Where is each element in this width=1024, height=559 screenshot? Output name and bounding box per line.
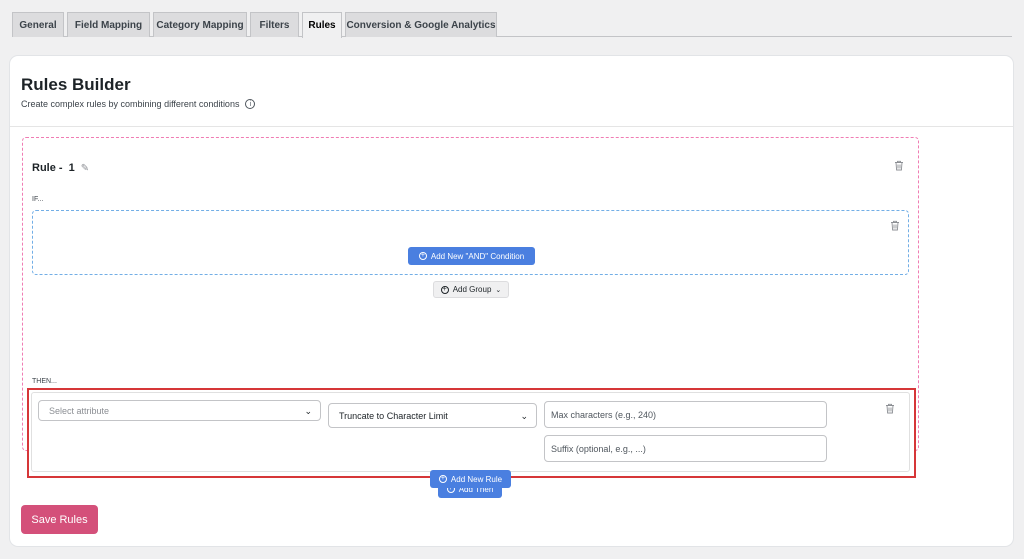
then-action-row: Select attribute ⌄ Truncate to Character… — [31, 392, 910, 472]
then-action-highlight: Select attribute ⌄ Truncate to Character… — [27, 388, 916, 478]
delete-then-trash-icon[interactable] — [885, 403, 895, 414]
chevron-down-icon: ⌄ — [495, 286, 502, 294]
rule-label: Rule - — [32, 162, 63, 174]
add-new-rule-button[interactable]: + Add New Rule — [430, 470, 511, 488]
rule-number: 1 — [68, 162, 75, 174]
pencil-icon[interactable]: ✎ — [81, 163, 89, 174]
action-select-value: Truncate to Character Limit — [339, 410, 448, 421]
plus-circle-icon: + — [418, 252, 427, 260]
if-condition-group: + Add New "AND" Condition — [32, 210, 909, 275]
add-and-condition-button[interactable]: + Add New "AND" Condition — [408, 247, 535, 265]
rule-title: Rule - 1 ✎ — [32, 162, 89, 174]
tab-filters[interactable]: Filters — [250, 12, 299, 37]
delete-group-trash-icon[interactable] — [890, 220, 900, 231]
page-title: Rules Builder — [21, 75, 131, 94]
page-subtitle: Create complex rules by combining differ… — [21, 99, 256, 109]
settings-tabs: General Field Mapping Category Mapping F… — [12, 12, 1012, 38]
tab-conversion-analytics[interactable]: Conversion & Google Analytics — [345, 12, 497, 37]
chevron-down-icon: ⌄ — [304, 406, 312, 416]
suffix-input[interactable]: Suffix (optional, e.g., ...) — [544, 435, 827, 462]
attribute-select[interactable]: Select attribute ⌄ — [38, 400, 321, 421]
subtitle-text: Create complex rules by combining differ… — [21, 99, 240, 109]
add-group-button[interactable]: + Add Group ⌄ — [433, 281, 509, 298]
add-group-label: Add Group — [452, 285, 492, 294]
if-label: IF... — [32, 196, 44, 203]
action-select[interactable]: Truncate to Character Limit ⌄ — [328, 403, 537, 428]
rule-container: Rule - 1 ✎ IF... + Add New "AND" Conditi… — [22, 137, 919, 498]
tab-general[interactable]: General — [12, 12, 64, 37]
then-label: THEN... — [32, 378, 57, 385]
delete-rule-trash-icon[interactable] — [894, 160, 904, 171]
info-icon[interactable]: i — [245, 99, 256, 109]
tab-rules[interactable]: Rules — [302, 12, 342, 38]
save-rules-button[interactable]: Save Rules — [21, 505, 98, 534]
plus-circle-icon: + — [440, 285, 449, 294]
rules-builder-card: Rules Builder Create complex rules by co… — [10, 56, 1013, 546]
chevron-down-icon: ⌄ — [520, 411, 528, 421]
header-divider — [10, 126, 1013, 127]
tab-field-mapping[interactable]: Field Mapping — [67, 12, 150, 37]
add-and-condition-label: Add New "AND" Condition — [430, 251, 525, 261]
add-new-rule-label: Add New Rule — [450, 474, 503, 484]
attribute-select-placeholder: Select attribute — [49, 405, 110, 416]
max-characters-input[interactable]: Max characters (e.g., 240) — [544, 401, 827, 428]
tab-category-mapping[interactable]: Category Mapping — [153, 12, 247, 37]
plus-circle-icon: + — [438, 475, 447, 483]
